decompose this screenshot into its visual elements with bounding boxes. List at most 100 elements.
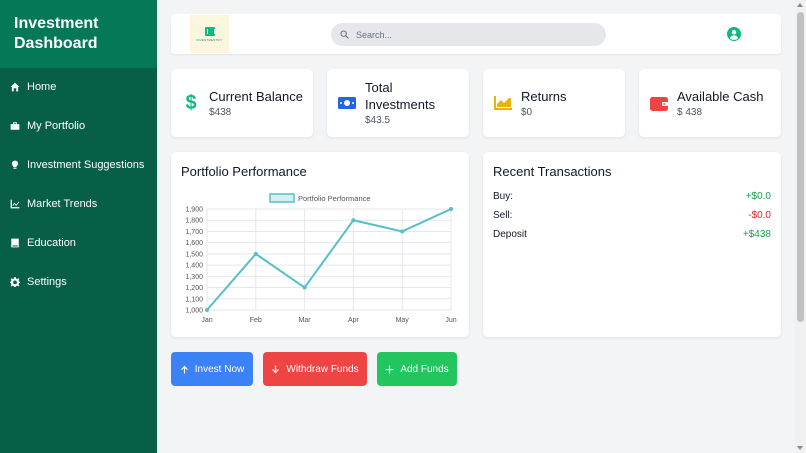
search-icon	[340, 30, 349, 39]
recent-transactions-panel: Recent Transactions Buy: +$0.0 Sell: -$0…	[483, 152, 781, 337]
data-point	[205, 308, 209, 312]
app-title: Investment Dashboard	[14, 14, 143, 54]
portfolio-performance-panel: Portfolio Performance 1,000 1,100 1,200 1,3…	[171, 152, 469, 337]
series-line	[206, 208, 452, 311]
gear-icon	[10, 276, 20, 287]
logo-text: INVESTMENTIFY	[196, 37, 223, 42]
app-title-line2: Dashboard	[14, 35, 98, 52]
stat-card-returns: Returns $0	[483, 69, 625, 137]
stat-value: $0	[521, 107, 533, 118]
transaction-label: Sell:	[493, 210, 513, 221]
page-scrollbar[interactable]	[795, 0, 806, 453]
stat-title-line2: Investments	[365, 97, 436, 112]
briefcase-icon	[10, 121, 20, 131]
y-tick-label: 1,600	[185, 240, 203, 247]
portfolio-performance-chart: 1,000 1,100 1,200 1,300 1,400 1,500 1,600 1,700…	[185, 193, 457, 324]
stat-title: Total Investments	[365, 79, 435, 113]
transaction-row: Deposit +$438	[493, 229, 771, 243]
y-tick-label: 1,300	[185, 274, 203, 281]
sidebar-item-label: Home	[27, 80, 57, 93]
svg-text:$: $	[185, 92, 196, 112]
data-point	[302, 285, 307, 290]
transaction-amount: -$0.0	[748, 210, 771, 221]
transaction-label: Deposit	[493, 229, 527, 240]
transaction-amount: +$0.0	[745, 191, 771, 202]
data-point	[253, 251, 258, 256]
chart-area-icon	[494, 94, 512, 112]
y-tick-label: 1,400	[185, 263, 203, 270]
stat-value: $43.5	[365, 115, 391, 126]
transaction-amount: +$438	[742, 229, 771, 240]
book-icon	[10, 238, 20, 248]
stat-title: Current Balance	[209, 89, 303, 104]
y-tick-label: 1,100	[185, 296, 203, 303]
y-tick-label: 1,500	[185, 251, 203, 258]
user-circle-icon[interactable]	[727, 27, 741, 41]
x-tick-label: Feb	[250, 317, 262, 324]
transaction-row: Sell: -$0.0	[493, 210, 771, 224]
data-point	[351, 218, 356, 223]
scroll-down-arrow-icon[interactable]	[797, 446, 803, 450]
sidebar-item-market-trends[interactable]: Market Trends	[0, 184, 157, 223]
data-point	[449, 207, 453, 211]
withdraw-funds-button[interactable]: Withdraw Funds	[263, 352, 367, 386]
search-input[interactable]	[356, 29, 576, 40]
x-tick-label: Mar	[299, 317, 312, 324]
stat-title-line1: Total	[365, 80, 393, 95]
scroll-thumb[interactable]	[797, 12, 804, 322]
lightbulb-icon	[10, 160, 20, 170]
button-label: Add Funds	[400, 363, 449, 375]
sidebar-header: Investment Dashboard	[0, 0, 157, 68]
logo[interactable]: INVESTMENTIFY	[190, 15, 229, 53]
y-tick-label: 1,900	[185, 207, 203, 214]
x-tick-label: Apr	[348, 317, 360, 324]
x-tick-label: May	[396, 317, 410, 324]
transaction-label: Buy:	[493, 191, 514, 202]
sidebar-item-settings[interactable]: Settings	[0, 262, 157, 301]
stat-card-available-cash: Available Cash $ 438	[639, 69, 781, 137]
chart-line-icon	[10, 199, 20, 209]
button-label: Invest Now	[194, 363, 245, 375]
home-icon	[10, 82, 20, 92]
x-tick-label: Jan	[201, 317, 212, 324]
stat-title: Returns	[521, 89, 567, 104]
money-bill-icon	[338, 94, 356, 112]
stat-value: $438	[209, 107, 232, 118]
sidebar-item-label: Market Trends	[27, 197, 98, 210]
arrow-up-icon	[180, 365, 188, 373]
stat-title: Available Cash	[677, 89, 764, 104]
y-tick-label: 1,000	[185, 308, 203, 315]
sidebar-item-education[interactable]: Education	[0, 223, 157, 262]
stat-card-total-investments: Total Investments $43.5	[327, 69, 469, 137]
sidebar-nav: Home My Portfolio Investment Suggestions…	[0, 67, 157, 301]
sidebar-item-home[interactable]: Home	[0, 67, 157, 106]
add-funds-button[interactable]: Add Funds	[377, 352, 457, 386]
scroll-up-arrow-icon[interactable]	[797, 3, 803, 7]
logo-mark-icon	[204, 26, 215, 36]
app-title-line1: Investment	[14, 15, 99, 32]
top-bar: INVESTMENTIFY	[171, 14, 781, 54]
sidebar-item-investment-suggestions[interactable]: Investment Suggestions	[0, 145, 157, 184]
wallet-icon	[650, 94, 668, 112]
sidebar-item-label: Settings	[27, 275, 67, 288]
panel-title: Recent Transactions	[493, 164, 612, 179]
sidebar-item-label: Investment Suggestions	[27, 158, 145, 171]
stat-card-current-balance: $ Current Balance $438	[171, 69, 313, 137]
y-tick-label: 1,800	[185, 218, 203, 225]
sidebar-item-label: Education	[27, 236, 76, 249]
sidebar-item-my-portfolio[interactable]: My Portfolio	[0, 106, 157, 145]
search-bar[interactable]	[331, 23, 606, 46]
plus-icon	[385, 365, 394, 373]
x-tick-label: Jun	[445, 317, 456, 324]
sidebar: Investment Dashboard Home My Portfolio I…	[0, 0, 157, 453]
y-tick-label: 1,200	[185, 285, 203, 292]
transaction-row: Buy: +$0.0	[493, 191, 771, 205]
invest-now-button[interactable]: Invest Now	[171, 352, 253, 386]
y-tick-label: 1,700	[185, 229, 203, 236]
arrow-down-icon	[272, 365, 280, 373]
sidebar-item-label: My Portfolio	[27, 119, 86, 132]
legend-swatch	[269, 193, 295, 203]
button-label: Withdraw Funds	[286, 363, 359, 375]
dollar-icon: $	[182, 92, 200, 112]
data-point	[400, 229, 405, 234]
